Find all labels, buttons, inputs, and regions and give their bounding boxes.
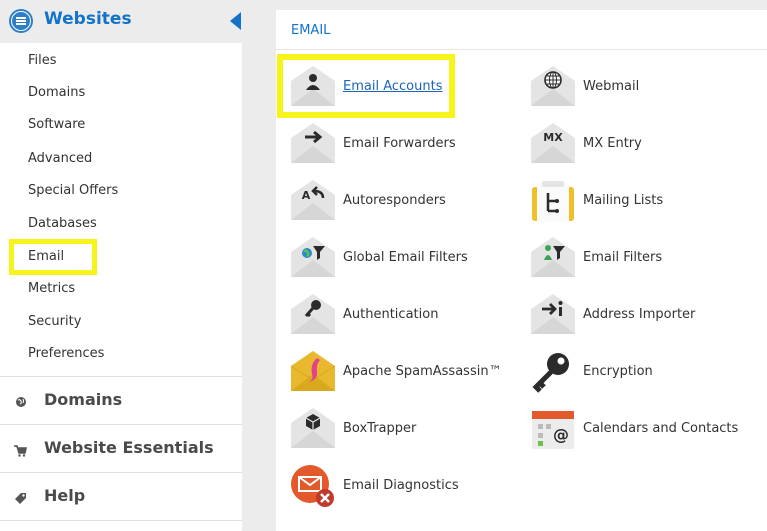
tool-encryption[interactable]: Encryption bbox=[530, 348, 750, 396]
tool-label: Email Forwarders bbox=[343, 136, 456, 151]
tool-email-diagnostics[interactable]: Email Diagnostics bbox=[290, 462, 510, 510]
tool-apache-spamassassin[interactable]: Apache SpamAssassin™ bbox=[290, 348, 510, 396]
collapse-arrow-icon[interactable] bbox=[230, 12, 241, 30]
tool-mx-entry[interactable]: MX MX Entry bbox=[530, 120, 750, 168]
divider bbox=[276, 49, 767, 50]
globe-icon bbox=[16, 397, 26, 407]
sidebar-section-help[interactable]: Help bbox=[0, 472, 242, 520]
section-label: Domains bbox=[44, 390, 123, 409]
mailing-lists-icon bbox=[532, 181, 574, 221]
sidebar-item-security[interactable]: Security bbox=[28, 314, 81, 329]
tool-label: MX Entry bbox=[583, 136, 642, 151]
tool-label: Autoresponders bbox=[343, 193, 446, 208]
tool-label: Authentication bbox=[343, 307, 439, 322]
authentication-icon bbox=[291, 294, 335, 334]
divider bbox=[0, 520, 242, 521]
tool-label: Mailing Lists bbox=[583, 193, 664, 208]
tool-label: Apache SpamAssassin™ bbox=[343, 364, 502, 379]
section-label: Help bbox=[44, 486, 86, 505]
sidebar-section-website-essentials[interactable]: Website Essentials bbox=[0, 424, 242, 472]
sidebar-section-domains[interactable]: Domains bbox=[0, 376, 242, 424]
sidebar-header-websites[interactable]: Websites bbox=[0, 0, 242, 43]
sidebar-header-title: Websites bbox=[44, 9, 132, 29]
tool-global-email-filters[interactable]: Global Email Filters bbox=[290, 234, 510, 282]
cart-icon bbox=[14, 445, 27, 457]
tool-mailing-lists[interactable]: Mailing Lists bbox=[530, 177, 750, 225]
sidebar-item-advanced[interactable]: Advanced bbox=[28, 151, 92, 166]
email-filters-icon bbox=[531, 237, 575, 277]
tool-label: Encryption bbox=[583, 364, 653, 379]
tool-label: BoxTrapper bbox=[343, 421, 417, 436]
sidebar-item-files[interactable]: Files bbox=[28, 53, 57, 68]
spamassassin-icon bbox=[290, 351, 336, 391]
tool-authentication[interactable]: Authentication bbox=[290, 291, 510, 339]
tool-webmail[interactable]: Webmail bbox=[530, 63, 750, 111]
tool-label: Address Importer bbox=[583, 307, 696, 322]
sidebar-item-email[interactable]: Email bbox=[28, 249, 64, 264]
calendars-contacts-icon: @ bbox=[532, 411, 574, 449]
section-label: Website Essentials bbox=[44, 438, 214, 457]
sidebar-item-metrics[interactable]: Metrics bbox=[28, 281, 75, 296]
boxtrapper-icon bbox=[291, 408, 335, 448]
sidebar-item-databases[interactable]: Databases bbox=[28, 216, 97, 231]
tool-autoresponders[interactable]: A Autoresponders bbox=[290, 177, 510, 225]
autoresponders-icon: A bbox=[291, 180, 335, 220]
tag-icon bbox=[15, 493, 26, 504]
tool-label: Calendars and Contacts bbox=[583, 421, 739, 436]
email-accounts-highlight-box bbox=[277, 54, 455, 118]
email-diagnostics-icon bbox=[291, 465, 334, 507]
sidebar-item-preferences[interactable]: Preferences bbox=[28, 346, 104, 361]
sidebar-item-special-offers[interactable]: Special Offers bbox=[28, 183, 118, 198]
tool-label: Webmail bbox=[583, 79, 640, 94]
panel-title: EMAIL bbox=[291, 23, 331, 38]
tool-boxtrapper[interactable]: BoxTrapper bbox=[290, 405, 510, 453]
tool-address-importer[interactable]: Address Importer bbox=[530, 291, 750, 339]
sidebar-item-software[interactable]: Software bbox=[28, 117, 85, 132]
mx-entry-icon: MX bbox=[531, 123, 575, 163]
webmail-icon bbox=[531, 66, 575, 106]
global-email-filters-icon bbox=[291, 237, 335, 277]
tool-email-filters[interactable]: Email Filters bbox=[530, 234, 750, 282]
autoresponder-glyph: A bbox=[302, 189, 311, 202]
websites-icon bbox=[9, 9, 33, 33]
encryption-icon bbox=[532, 353, 569, 393]
email-forwarders-icon bbox=[291, 123, 335, 163]
sidebar: Websites Files Domains Software Advanced… bbox=[0, 0, 242, 531]
tool-label: Email Filters bbox=[583, 250, 663, 265]
tool-label: Global Email Filters bbox=[343, 250, 468, 265]
address-importer-icon bbox=[531, 294, 575, 334]
tool-calendars-and-contacts[interactable]: @ Calendars and Contacts bbox=[530, 405, 750, 453]
tool-email-forwarders[interactable]: Email Forwarders bbox=[290, 120, 510, 168]
sidebar-item-domains[interactable]: Domains bbox=[28, 85, 85, 100]
tool-label: Email Diagnostics bbox=[343, 478, 459, 493]
mx-glyph: MX bbox=[543, 131, 563, 144]
svg-text:@: @ bbox=[553, 425, 569, 444]
